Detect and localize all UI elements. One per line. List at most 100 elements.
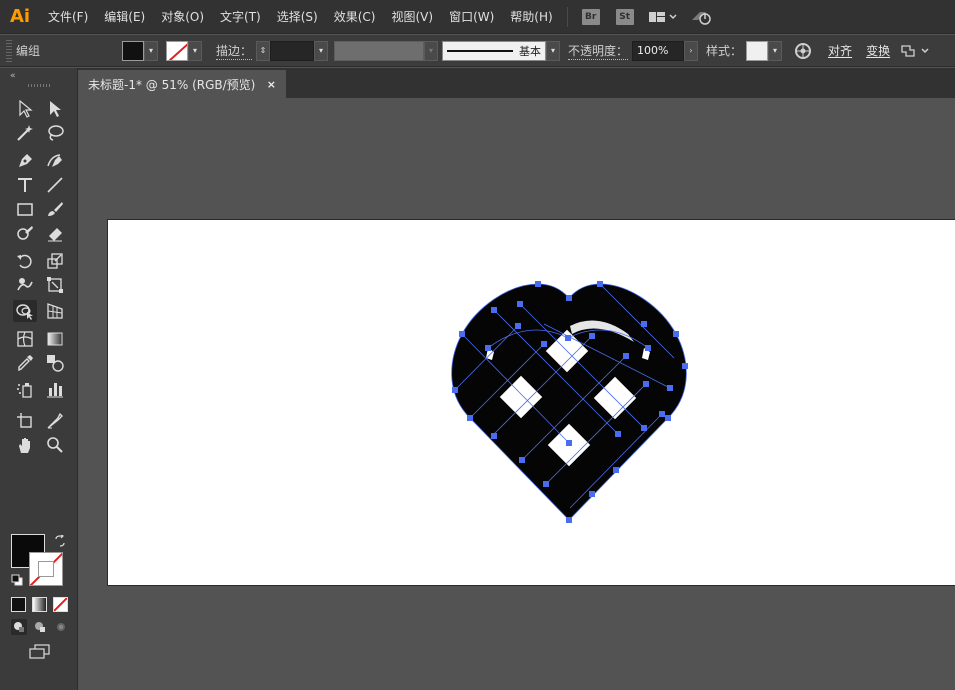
opacity-input[interactable]: 100% — [632, 40, 685, 61]
scale-tool[interactable] — [43, 250, 67, 272]
close-tab-icon[interactable]: × — [267, 78, 276, 91]
fill-swatch[interactable] — [122, 40, 144, 61]
variable-width-profile — [334, 40, 425, 61]
eyedropper-icon — [18, 355, 33, 372]
stroke-swatch[interactable] — [166, 40, 188, 61]
gradient-mode-button[interactable] — [32, 597, 47, 612]
transform-button[interactable]: 变换 — [866, 42, 890, 59]
shaper-icon — [17, 226, 33, 240]
draw-behind-button[interactable] — [32, 619, 48, 635]
collapse-panel-icon[interactable]: « — [10, 71, 16, 81]
menu-edit[interactable]: 编辑(E) — [96, 0, 153, 34]
pen-tool[interactable] — [13, 150, 37, 172]
type-tool[interactable] — [13, 174, 37, 196]
artboard-tool[interactable] — [13, 410, 37, 432]
curvature-tool[interactable] — [43, 150, 67, 172]
heart-body — [451, 284, 687, 520]
hand-tool[interactable] — [13, 434, 37, 456]
stroke-weight-input[interactable] — [270, 40, 315, 61]
free-transform-tool[interactable] — [43, 274, 67, 296]
lasso-icon — [48, 125, 64, 141]
default-colors-icon — [11, 574, 23, 586]
symbol-sprayer-tool[interactable] — [13, 378, 37, 400]
symbol-sprayer-icon — [17, 383, 32, 398]
eyedropper-tool[interactable] — [13, 352, 37, 374]
menu-window[interactable]: 窗口(W) — [441, 0, 502, 34]
perspective-grid-tool[interactable] — [43, 300, 67, 322]
column-graph-tool[interactable] — [43, 378, 67, 400]
document-tab-title: 未标题-1* @ 51% (RGB/预览) — [88, 77, 256, 92]
stroke-weight-stepper[interactable]: ⇕ — [256, 40, 271, 61]
stroke-weight-label[interactable]: 描边： — [216, 42, 253, 60]
woven-heart-artwork[interactable] — [448, 278, 693, 523]
eraser-tool[interactable] — [43, 222, 67, 244]
draw-normal-button[interactable] — [11, 619, 27, 635]
slice-tool[interactable] — [43, 410, 67, 432]
gradient-icon — [47, 332, 63, 346]
menu-help[interactable]: 帮助(H) — [502, 0, 560, 34]
menu-object[interactable]: 对象(O) — [153, 0, 212, 34]
selection-type-label: 编组 — [16, 44, 41, 58]
bridge-button[interactable]: Br — [581, 8, 600, 25]
arrow-outline-icon — [19, 100, 33, 118]
stroke-weight-dropdown[interactable]: ▾ — [314, 40, 329, 61]
screen-mode-icon — [29, 644, 50, 659]
brush-dropdown[interactable]: ▾ — [546, 40, 561, 61]
recolor-artwork-button[interactable] — [794, 42, 812, 60]
eraser-icon — [48, 228, 62, 242]
screen-mode-button[interactable] — [28, 644, 52, 663]
graphic-style-label: 样式： — [706, 44, 743, 58]
menu-file[interactable]: 文件(F) — [40, 0, 96, 34]
control-bar-grip[interactable] — [6, 39, 12, 62]
gradient-tool[interactable] — [43, 328, 67, 350]
warp-icon — [17, 278, 33, 291]
shape-builder-tool[interactable] — [13, 300, 37, 322]
fill-dropdown[interactable]: ▾ — [144, 40, 158, 61]
lasso-tool[interactable] — [43, 122, 67, 144]
warp-tool[interactable] — [13, 274, 37, 296]
graphic-style-dropdown[interactable]: ▾ — [768, 40, 783, 61]
color-mode-button[interactable] — [11, 597, 26, 612]
paintbrush-tool[interactable] — [43, 198, 67, 220]
menu-view[interactable]: 视图(V) — [383, 0, 441, 34]
draw-behind-icon — [35, 622, 45, 632]
opacity-arrow-button[interactable]: › — [684, 40, 699, 61]
direct-selection-tool[interactable] — [43, 98, 67, 120]
graphic-style-swatch[interactable] — [746, 40, 769, 61]
shaper-tool[interactable] — [13, 222, 37, 244]
rectangle-tool[interactable] — [13, 198, 37, 220]
none-mode-button[interactable] — [53, 597, 68, 612]
line-segment-tool[interactable] — [43, 174, 67, 196]
none-slash-icon — [54, 598, 67, 611]
shape-builder-icon — [16, 304, 33, 320]
line-segment-icon — [47, 177, 63, 193]
tools-panel-grip[interactable] — [28, 84, 50, 87]
opacity-label[interactable]: 不透明度： — [568, 42, 629, 60]
gpu-performance-button[interactable] — [690, 8, 714, 26]
rotate-tool[interactable] — [13, 250, 37, 272]
control-bar: 编组 ▾ ▾ 描边： ⇕ ▾ ▾ 基本 ▾ 不透明度： 100% › 样式： ▾ — [0, 35, 955, 67]
selection-tool[interactable] — [13, 98, 37, 120]
default-colors-button[interactable] — [11, 574, 23, 589]
draw-inside-button[interactable] — [53, 619, 69, 635]
swap-fill-stroke-button[interactable] — [54, 533, 66, 550]
stroke-color-inner — [38, 561, 54, 577]
zoom-tool[interactable] — [43, 434, 67, 456]
menu-type[interactable]: 文字(T) — [212, 0, 269, 34]
menu-bar: Ai 文件(F) 编辑(E) 对象(O) 文字(T) 选择(S) 效果(C) 视… — [0, 0, 955, 34]
menu-effect[interactable]: 效果(C) — [326, 0, 384, 34]
mesh-tool[interactable] — [13, 328, 37, 350]
brush-definition-field[interactable]: 基本 — [442, 40, 547, 61]
workspace-switcher-button[interactable] — [648, 10, 678, 24]
isolate-object-button[interactable] — [900, 43, 930, 59]
draw-normal-icon — [14, 622, 24, 632]
menu-select[interactable]: 选择(S) — [269, 0, 326, 34]
stroke-dropdown[interactable]: ▾ — [188, 40, 202, 61]
stock-button[interactable]: St — [615, 8, 634, 25]
magic-wand-tool[interactable] — [13, 122, 37, 144]
document-tab[interactable]: 未标题-1* @ 51% (RGB/预览) × — [78, 70, 286, 98]
mesh-icon — [17, 331, 33, 347]
blend-tool[interactable] — [43, 352, 67, 374]
align-button[interactable]: 对齐 — [828, 42, 852, 59]
stroke-color-box[interactable] — [29, 552, 63, 586]
